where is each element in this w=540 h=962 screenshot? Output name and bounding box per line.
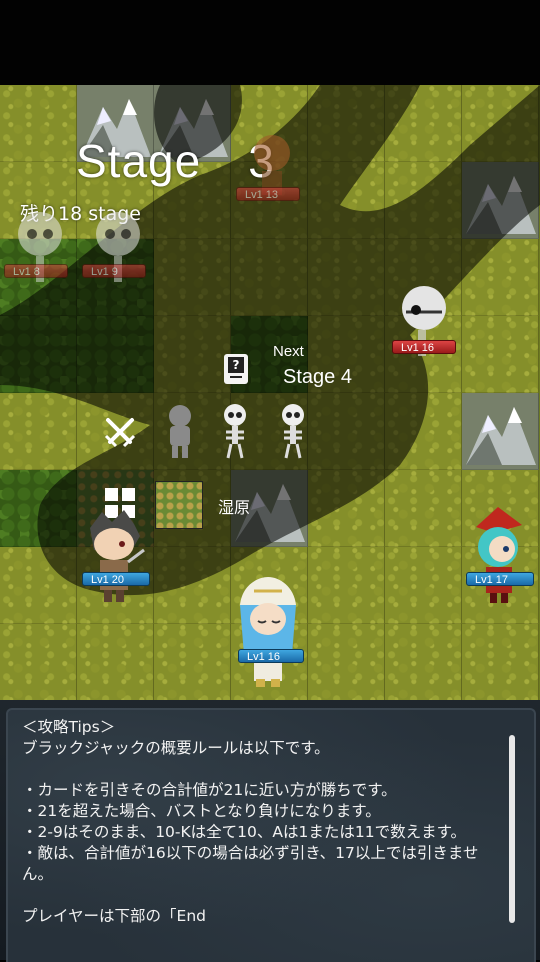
tips-line [22,759,500,780]
map-tile-grass[interactable] [0,624,77,700]
tips-line: ・2-9はそのまま、10-Kは全て10、Aは1または11で数えます。 [22,823,467,841]
tips-line: ＜攻略Tips＞ [22,718,116,736]
mystery-card-icon: ? [224,354,248,384]
map-tile-grass[interactable] [385,85,462,162]
tips-scrollbar[interactable] [509,735,515,923]
map-tile-forest[interactable] [0,470,77,547]
hp-bar: Lv1 16 [392,340,456,354]
map-tile-grass[interactable] [308,624,385,700]
mage-sprite [476,507,522,603]
map-tile-grass[interactable] [154,547,231,624]
map-tile-grass[interactable] [308,162,385,239]
next-stage-name: Stage 4 [283,366,352,388]
map-tile-grass[interactable] [385,547,462,624]
tips-line: ブラックジャックの概要ルールは以下です。 [22,739,330,757]
hp-bar: Lv1 16 [238,649,304,663]
skeleton-unit-a[interactable]: Lv1 8 [4,206,80,286]
map-tile-grass[interactable] [308,547,385,624]
tips-line [22,885,500,906]
hp-bar: Lv1 13 [236,187,300,201]
map-tile-grass[interactable] [308,85,385,162]
tips-line: プレイヤーは下部の「End [22,907,206,925]
next-label: Next [273,343,304,360]
tips-text[interactable]: ＜攻略Tips＞ ブラックジャックの概要ルールは以下です。 ・カードを引きその合… [22,717,500,955]
map-tile-grass[interactable] [462,316,539,393]
enemy-unit-top[interactable]: Lv1 13 [236,125,312,205]
hp-bar: Lv1 8 [4,264,68,278]
mage-ally-unit[interactable]: Lv1 17 [464,505,534,603]
map-tile-grass[interactable] [462,85,539,162]
map-tile-grass[interactable] [0,393,77,470]
terrain-name: 湿原 [218,498,251,517]
map-tile-grass[interactable] [154,239,231,316]
tips-line: ・21を超えた場合、バストとなり負けになります。 [22,802,381,820]
crossed-swords-icon [104,418,136,448]
map-tile-grass[interactable] [385,162,462,239]
map-tile-grass[interactable] [385,624,462,700]
map-tile-grass[interactable] [77,624,154,700]
map-tile-forest[interactable] [0,316,77,393]
map-tile-grass[interactable] [385,393,462,470]
hp-bar: Lv1 9 [82,264,146,278]
map-tile-grass[interactable] [308,393,385,470]
hp-bar: Lv1 17 [466,572,534,586]
warrior-sprite [90,510,145,602]
skull-enemy-unit[interactable]: Lv1 16 [392,282,466,362]
map-tile-grass[interactable] [154,624,231,700]
map-tile-grass[interactable] [462,239,539,316]
map-tile-grass[interactable] [462,624,539,700]
tips-line: ・敵は、合計値が16以下の場合は必ず引き、17以上では引きません。 [22,844,479,883]
map-tile-grass[interactable] [385,470,462,547]
map-tile-dark[interactable] [0,85,77,162]
map-tile-mountain[interactable] [462,162,539,239]
top-black-area [0,0,540,85]
skeleton-icon [224,404,246,459]
tips-line: ・カードを引きその合計値が21に近い方が勝ちです。 [22,781,397,799]
map-tile-grass[interactable] [231,239,308,316]
priestess-ally-unit[interactable]: Lv1 16 [234,575,304,687]
map-tile-grass[interactable] [154,316,231,393]
priestess-sprite [240,577,296,687]
skeleton-unit-b[interactable]: Lv1 9 [82,206,158,286]
map-tile-grass[interactable] [0,547,77,624]
hp-bar: Lv1 20 [82,572,150,586]
map-tile-grass[interactable] [308,239,385,316]
map-tile-mountain[interactable] [462,393,539,470]
knight-silhouette-icon [169,405,191,458]
map-tile-forest[interactable] [77,316,154,393]
map-tile-grass[interactable] [308,470,385,547]
terrain-thumbnail [155,481,203,529]
skeleton-icon [282,404,304,459]
warrior-ally-unit[interactable]: Lv1 20 [82,510,152,602]
